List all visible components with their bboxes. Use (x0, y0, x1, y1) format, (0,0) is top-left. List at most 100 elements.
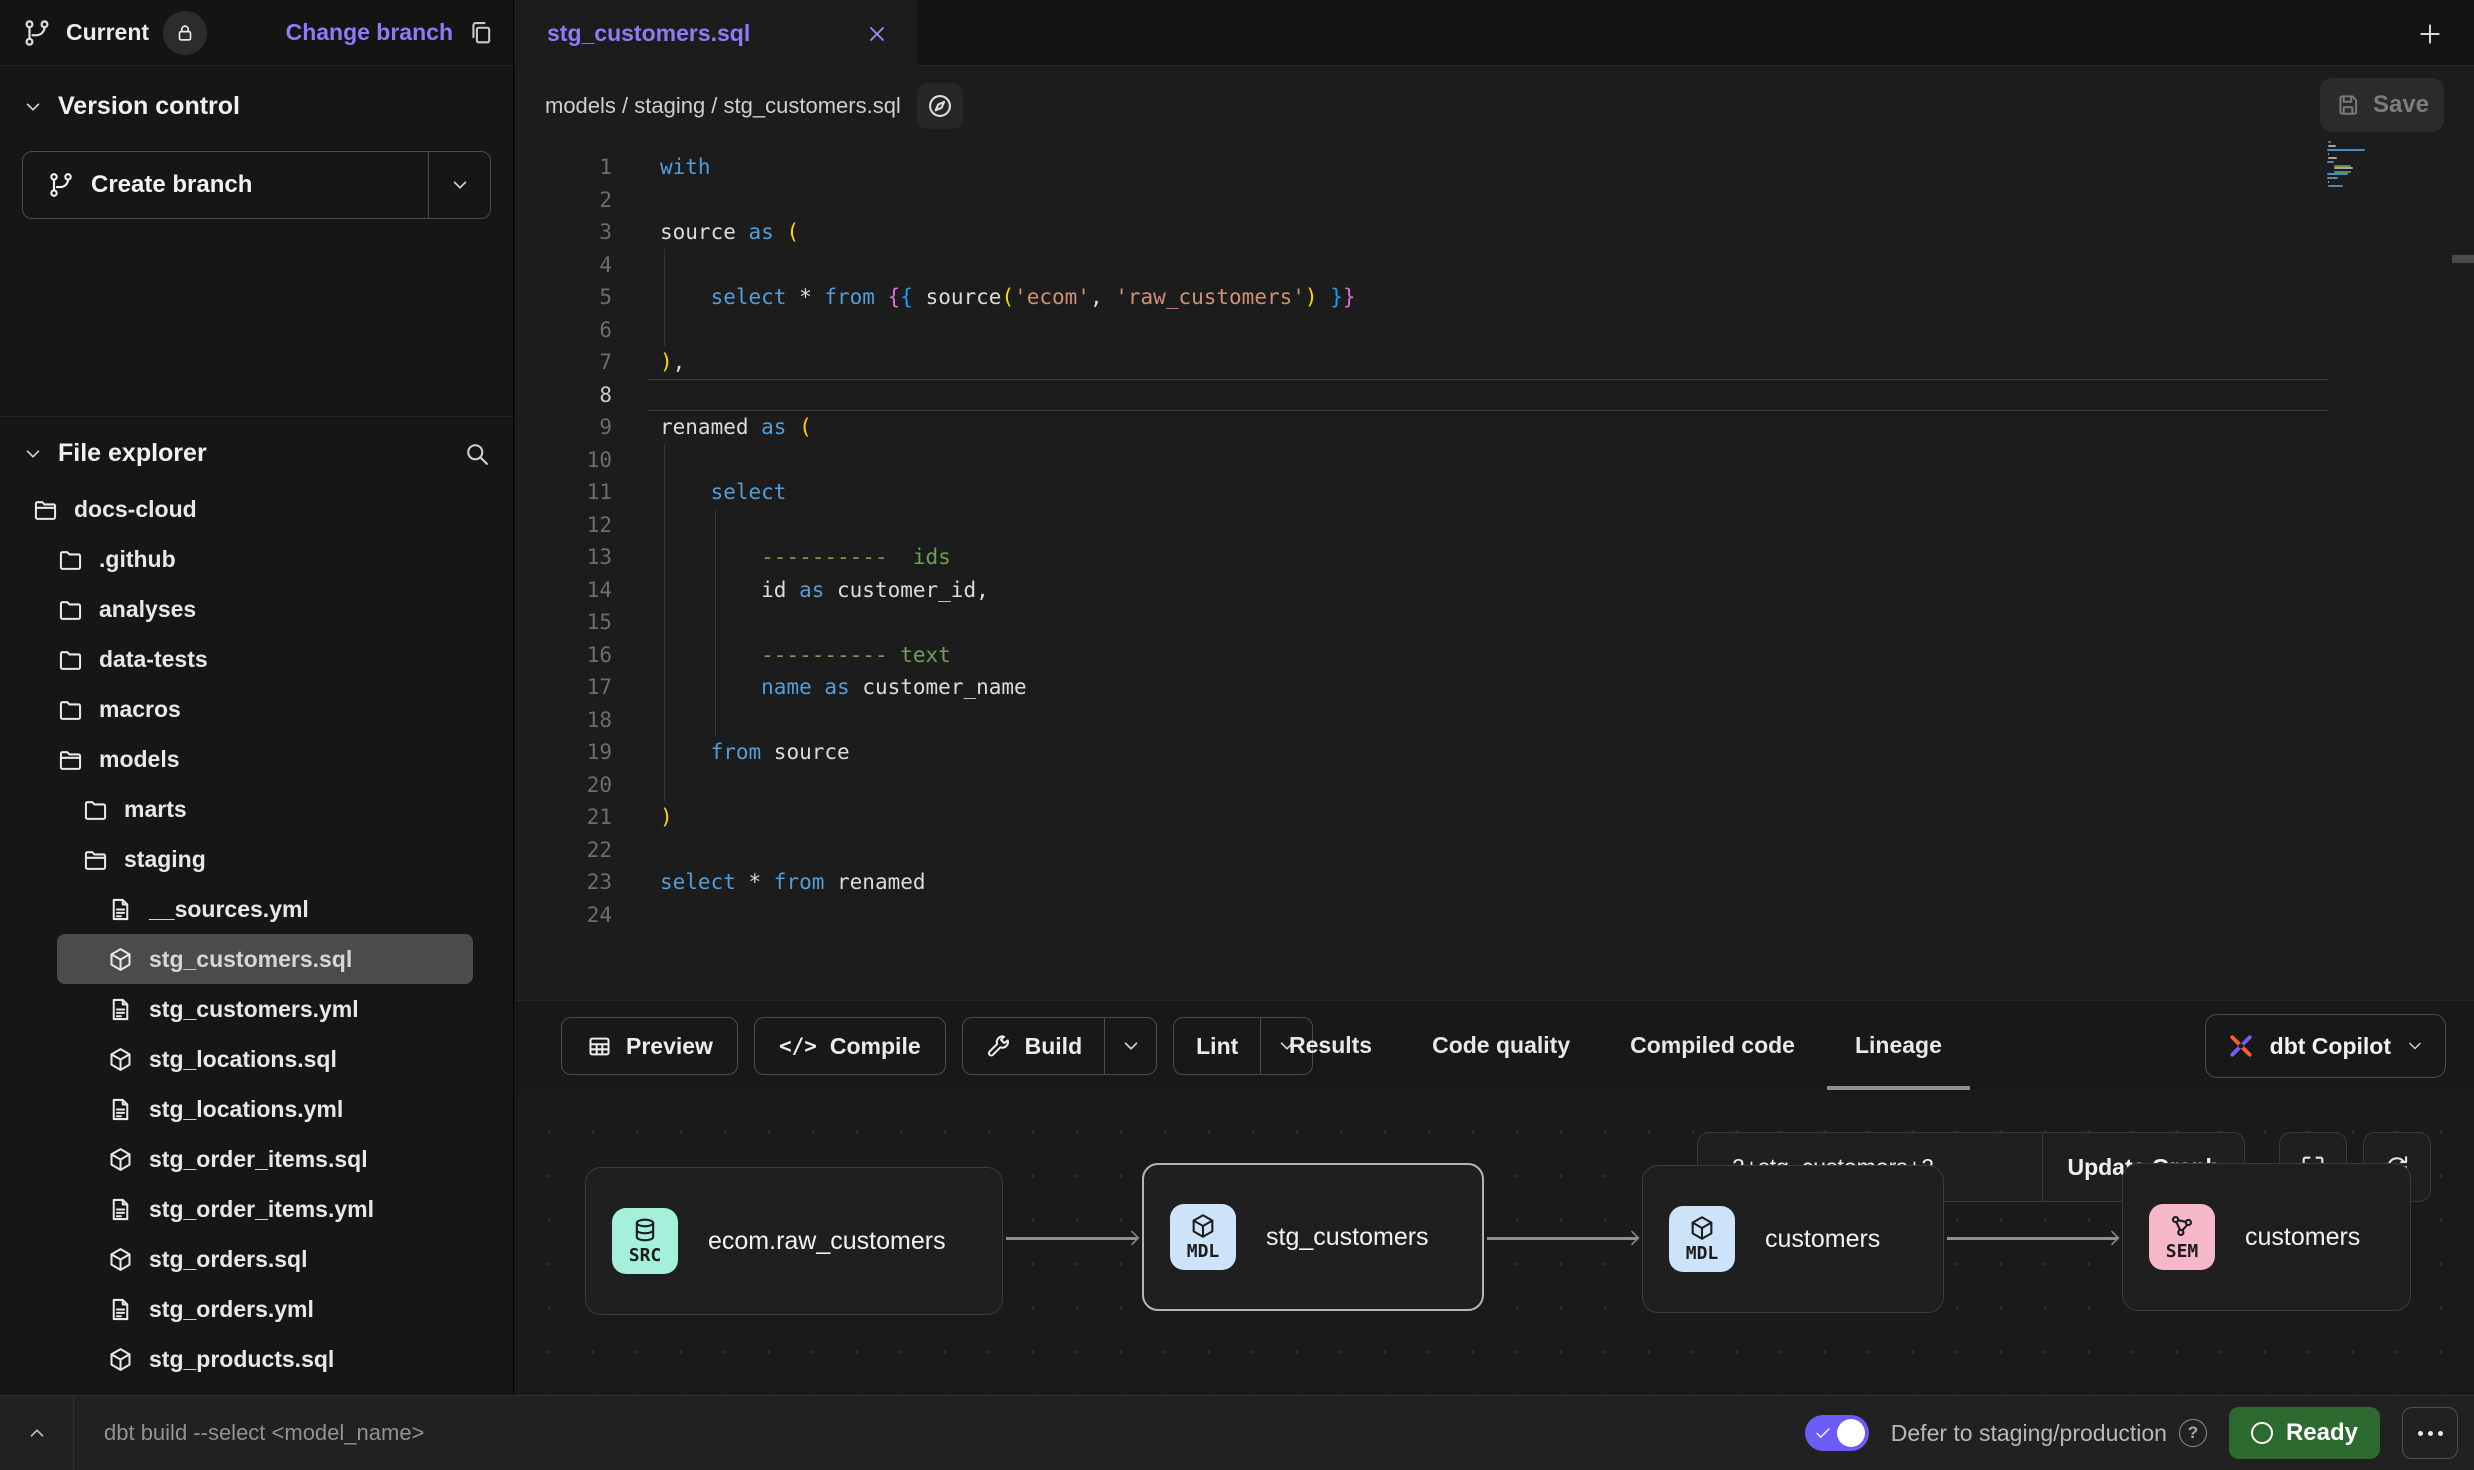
code-token: as (761, 415, 799, 439)
command-input[interactable]: dbt build --select <model_name> (104, 1396, 424, 1470)
overview-ruler-marker (2452, 255, 2474, 263)
code-editor[interactable]: 123456789101112131415161718192021222324 … (515, 145, 2474, 1000)
lineage-canvas[interactable]: 2+stg_customers+2 Update Graph SRCecom.r… (515, 1090, 2474, 1395)
code-line[interactable]: ), (648, 346, 2328, 379)
code-line[interactable]: ---------- ids (648, 541, 2328, 574)
code-line[interactable]: renamed as ( (648, 411, 2328, 444)
tree-item[interactable]: macros (22, 684, 491, 734)
copilot-compass-button[interactable] (917, 83, 963, 129)
node-label: ecom.raw_customers (708, 1227, 946, 1256)
tree-item[interactable]: stg_customers.sql (57, 934, 473, 984)
editor-toolbar: Preview </> Compile Build Lint (515, 1000, 2474, 1090)
tree-item[interactable]: stg_customers.yml (22, 984, 491, 1034)
code-line[interactable]: name as customer_name (648, 671, 2328, 704)
code-pane[interactable]: with source as ( select * from {{ source(… (648, 145, 2474, 1000)
code-icon: </> (779, 1034, 817, 1058)
indent-guide (664, 444, 665, 802)
tree-item[interactable]: stg_products.sql (22, 1334, 491, 1384)
tree-item[interactable]: stg_orders.yml (22, 1284, 491, 1334)
save-button[interactable]: Save (2320, 78, 2444, 132)
code-line[interactable] (648, 899, 2328, 932)
search-icon[interactable] (463, 440, 491, 468)
code-line[interactable]: select * from renamed (648, 866, 2328, 899)
close-icon[interactable] (865, 22, 889, 46)
lineage-node-stg_customers[interactable]: MDLstg_customers (1142, 1163, 1484, 1311)
create-branch-button[interactable]: Create branch (22, 151, 491, 219)
tab-compiled-code[interactable]: Compiled code (1628, 1001, 1797, 1090)
tree-item-label: stg_orders.yml (149, 1296, 314, 1323)
tree-item[interactable]: docs-cloud (22, 484, 491, 534)
tree-item[interactable]: stg_locations.sql (22, 1034, 491, 1084)
tree-item[interactable]: analyses (22, 584, 491, 634)
version-control-header[interactable]: Version control (22, 92, 491, 121)
tab-code-quality[interactable]: Code quality (1430, 1001, 1572, 1090)
copy-icon[interactable] (467, 19, 495, 47)
defer-toggle[interactable] (1805, 1415, 1869, 1451)
tab-results[interactable]: Results (1287, 1001, 1374, 1090)
check-icon (1814, 1424, 1832, 1442)
indent-guide (715, 509, 716, 737)
tree-item[interactable]: marts (22, 784, 491, 834)
tree-item[interactable]: __sources.yml (22, 884, 491, 934)
code-line[interactable] (648, 444, 2328, 477)
code-token: { (888, 285, 901, 309)
code-line[interactable] (648, 606, 2328, 639)
code-line[interactable] (648, 184, 2328, 217)
line-number: 24 (515, 899, 648, 932)
code-line[interactable]: source as ( (648, 216, 2328, 249)
tree-item[interactable]: .github (22, 534, 491, 584)
code-line[interactable]: id as customer_id, (648, 574, 2328, 607)
ide-status-button[interactable]: Ready (2229, 1407, 2380, 1459)
compile-button[interactable]: </> Compile (754, 1017, 946, 1075)
code-line[interactable] (648, 834, 2328, 867)
overflow-menu-button[interactable] (2402, 1407, 2458, 1459)
tree-item[interactable]: stg_orders.sql (22, 1234, 491, 1284)
code-line[interactable] (648, 769, 2328, 802)
node-badge-mdl: MDL (1669, 1206, 1735, 1272)
code-line[interactable] (648, 249, 2328, 282)
tree-item[interactable]: models (22, 734, 491, 784)
tree-item[interactable]: stg_order_items.sql (22, 1134, 491, 1184)
tab-lineage[interactable]: Lineage (1853, 1001, 1944, 1090)
version-control-panel: Version control Create branch (0, 66, 513, 416)
line-number-gutter: 123456789101112131415161718192021222324 (515, 145, 648, 1000)
new-tab-button[interactable] (2410, 14, 2450, 54)
line-number: 18 (515, 704, 648, 737)
current-branch-label: Current (66, 19, 149, 46)
file-explorer-header[interactable]: File explorer (22, 439, 491, 468)
code-line[interactable]: from source (648, 736, 2328, 769)
tree-item[interactable]: stg_locations.yml (22, 1084, 491, 1134)
code-line[interactable] (648, 379, 2328, 412)
code-line[interactable] (648, 314, 2328, 347)
lineage-node-customers[interactable]: SEMcustomers (2122, 1163, 2411, 1311)
tree-item[interactable]: staging (22, 834, 491, 884)
preview-button[interactable]: Preview (561, 1017, 738, 1075)
compass-icon (926, 92, 954, 120)
create-branch-dropdown[interactable] (428, 152, 490, 218)
ready-label: Ready (2286, 1419, 2358, 1447)
node-label: customers (1765, 1225, 1880, 1254)
code-line[interactable]: select * from {{ source('ecom', 'raw_cus… (648, 281, 2328, 314)
code-line[interactable]: ---------- text (648, 639, 2328, 672)
lint-button[interactable]: Lint (1174, 1018, 1260, 1074)
lineage-node-customers[interactable]: MDL customers (1642, 1165, 1944, 1313)
collapse-command-bar-button[interactable] (0, 1396, 74, 1470)
help-icon[interactable]: ? (2179, 1419, 2207, 1447)
code-line[interactable]: select (648, 476, 2328, 509)
tab-stg-customers[interactable]: stg_customers.sql (515, 0, 917, 67)
tree-item[interactable]: data-tests (22, 634, 491, 684)
folder-icon (57, 596, 84, 623)
change-branch-link[interactable]: Change branch (286, 19, 453, 46)
code-line[interactable]: ) (648, 801, 2328, 834)
build-button[interactable]: Build (963, 1018, 1105, 1074)
dbt-copilot-button[interactable]: dbt Copilot (2205, 1014, 2446, 1078)
code-line[interactable] (648, 509, 2328, 542)
line-number: 19 (515, 736, 648, 769)
lineage-node-ecom.raw_customers[interactable]: SRCecom.raw_customers (585, 1167, 1003, 1315)
code-line[interactable]: with (648, 151, 2328, 184)
tree-item[interactable]: stg_order_items.yml (22, 1184, 491, 1234)
code-token: , (673, 350, 686, 374)
code-line[interactable] (648, 704, 2328, 737)
create-branch-main[interactable]: Create branch (23, 152, 428, 218)
build-dropdown[interactable] (1104, 1018, 1156, 1074)
